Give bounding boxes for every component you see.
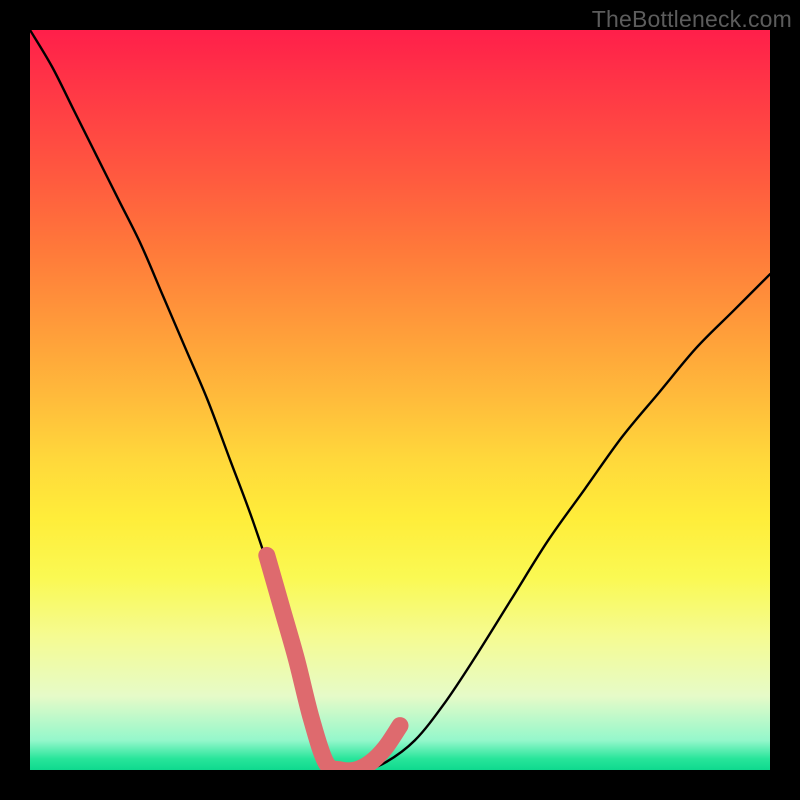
highlight-band-path [267, 555, 400, 770]
chart-svg [30, 30, 770, 770]
plot-area [30, 30, 770, 770]
watermark-text: TheBottleneck.com [592, 6, 792, 33]
chart-frame: TheBottleneck.com [0, 0, 800, 800]
bottleneck-curve-path [30, 30, 770, 770]
